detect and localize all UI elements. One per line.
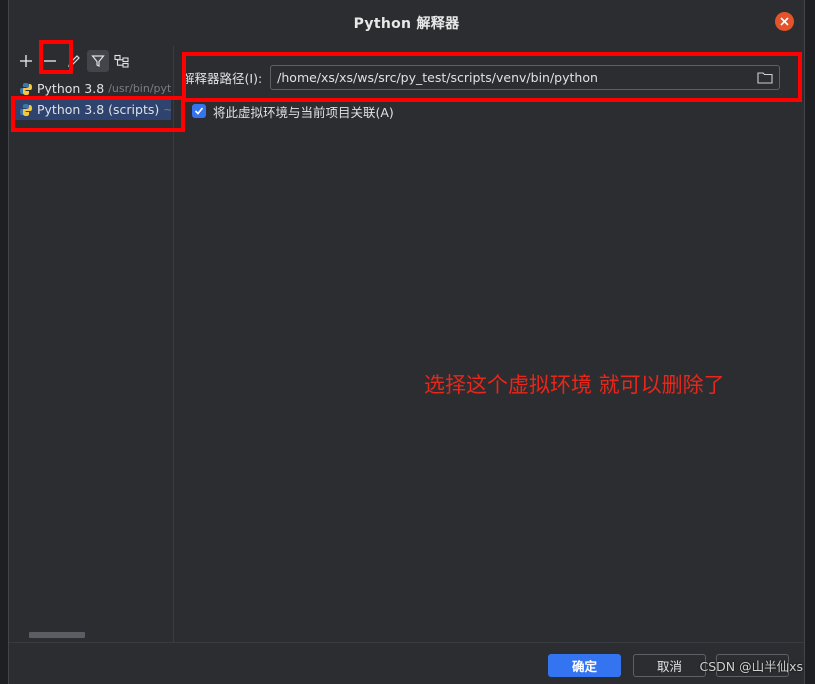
dialog-footer: 确定 取消 xyxy=(9,642,804,684)
python-icon xyxy=(20,82,32,95)
edit-icon xyxy=(68,55,80,67)
add-icon xyxy=(20,55,32,67)
filter-button[interactable] xyxy=(87,50,109,72)
remove-icon xyxy=(44,60,56,62)
interpreter-path: ~/ xyxy=(163,103,171,116)
interpreter-path: /usr/bin/pyth xyxy=(108,82,171,95)
interpreter-name: Python 3.8 xyxy=(37,81,105,96)
dialog-titlebar: Python 解释器 xyxy=(9,0,804,46)
interpreter-list-panel: Python 3.8 /usr/bin/pyth Python 3.8 (scr… xyxy=(9,46,174,642)
associate-project-row: 将此虚拟环境与当前项目关联(A) xyxy=(192,102,394,120)
interpreter-item-python38[interactable]: Python 3.8 /usr/bin/pyth xyxy=(13,78,171,99)
associate-project-checkbox[interactable] xyxy=(192,104,206,118)
python-icon xyxy=(20,103,32,116)
background-right-edge xyxy=(804,0,815,684)
folder-icon xyxy=(757,71,773,84)
python-interpreter-dialog: Python 解释器 Python 3.8 /usr/bin/pyt Pytho… xyxy=(8,0,805,684)
browse-folder-button[interactable] xyxy=(757,71,773,84)
add-interpreter-button[interactable] xyxy=(15,50,37,72)
checkmark-icon xyxy=(194,107,204,115)
interpreter-path-field[interactable]: /home/xs/xs/ws/src/py_test/scripts/venv/… xyxy=(270,64,781,90)
interpreter-toolbar xyxy=(15,50,133,72)
show-paths-button[interactable] xyxy=(111,50,133,72)
interpreter-path-value: /home/xs/xs/ws/src/py_test/scripts/venv/… xyxy=(277,69,598,85)
interpreter-path-label: 解释器路径(I): xyxy=(182,70,263,86)
annotation-text: 选择这个虚拟环境 就可以删除了 xyxy=(424,373,725,397)
interpreter-details-panel: 解释器路径(I): /home/xs/xs/ws/src/py_test/scr… xyxy=(174,46,804,642)
interpreter-list: Python 3.8 /usr/bin/pyth Python 3.8 (scr… xyxy=(13,78,171,120)
filter-icon xyxy=(91,55,105,67)
close-icon xyxy=(780,17,789,26)
remove-interpreter-button[interactable] xyxy=(39,50,61,72)
interpreter-name: Python 3.8 (scripts) xyxy=(37,102,160,117)
associate-project-label: 将此虚拟环境与当前项目关联(A) xyxy=(213,104,394,120)
interpreter-item-python38-scripts[interactable]: Python 3.8 (scripts) ~/ xyxy=(13,99,171,120)
tree-icon xyxy=(114,54,129,68)
close-button[interactable] xyxy=(775,12,794,31)
edit-interpreter-button[interactable] xyxy=(63,50,85,72)
dialog-title: Python 解释器 xyxy=(353,16,460,32)
watermark: CSDN @山半仙xs xyxy=(699,659,803,674)
interpreter-path-row: 解释器路径(I): /home/xs/xs/ws/src/py_test/scr… xyxy=(182,64,781,90)
horizontal-scrollbar[interactable] xyxy=(29,632,85,638)
cancel-button[interactable]: 取消 xyxy=(633,654,706,677)
ok-button[interactable]: 确定 xyxy=(548,654,621,677)
